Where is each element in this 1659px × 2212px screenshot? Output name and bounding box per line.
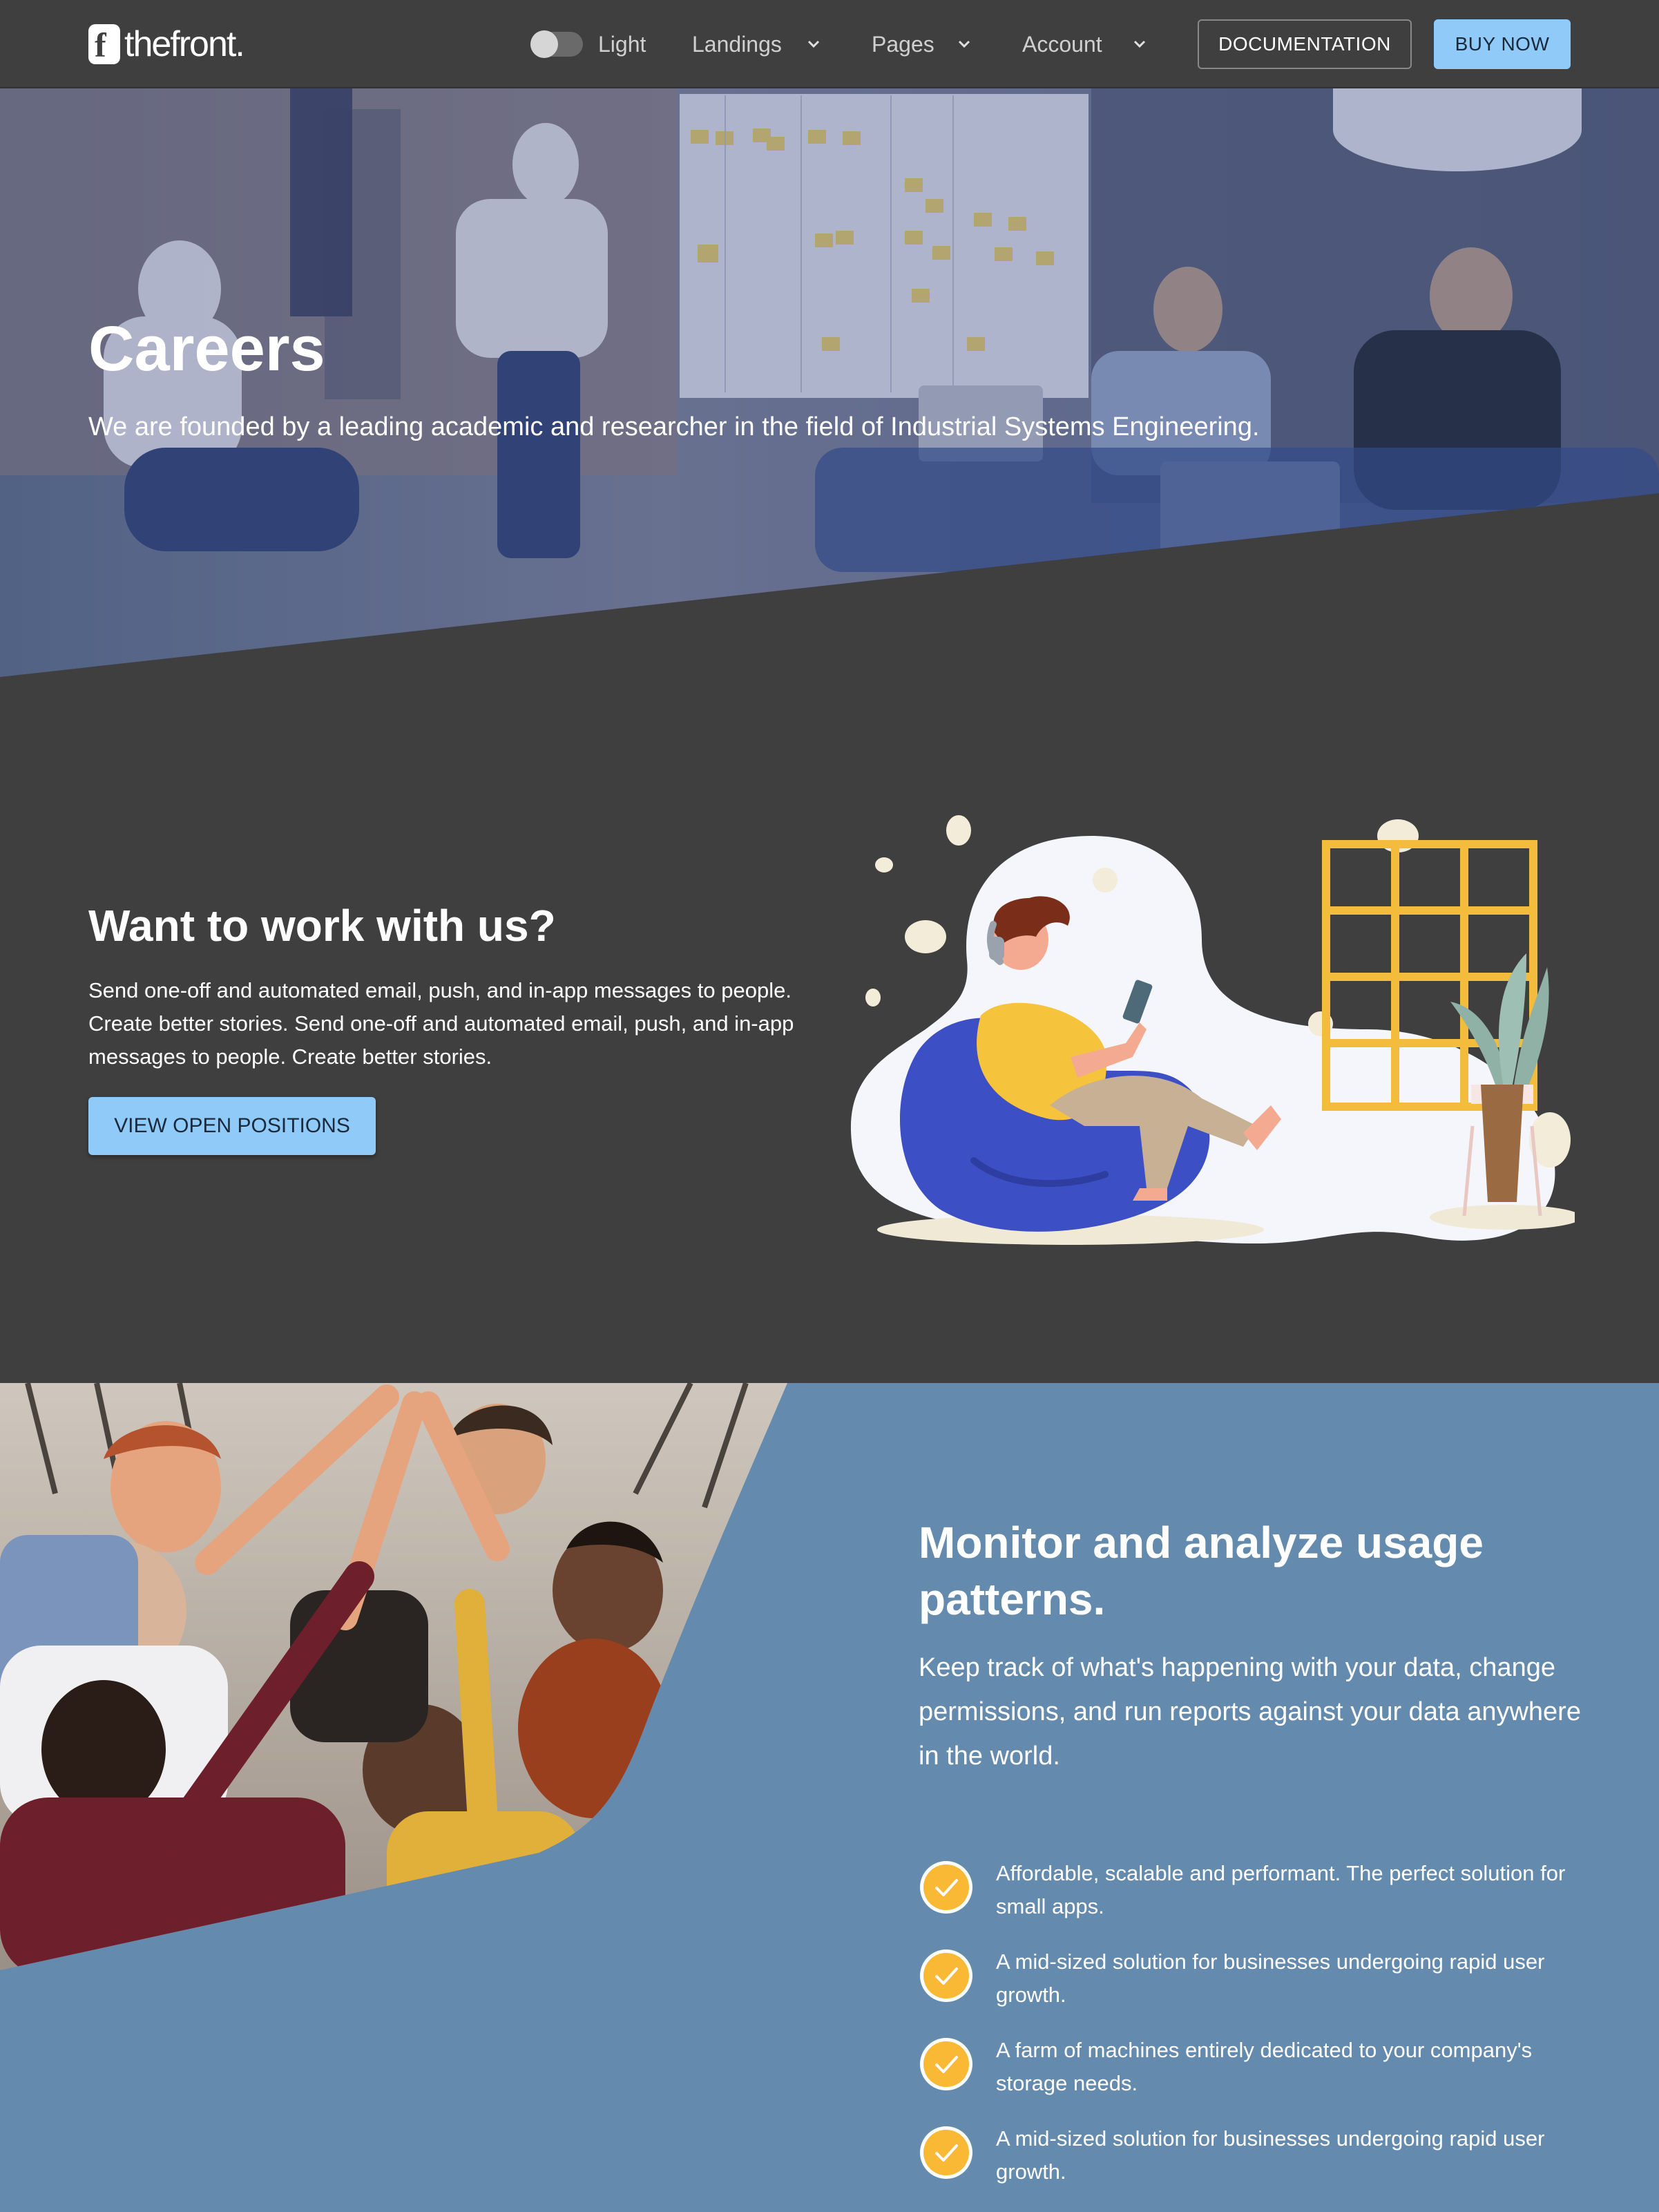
top-navbar: f thefront. Light Landings Pages Account… <box>0 0 1659 88</box>
feature-text: A mid-sized solution for businesses unde… <box>996 2126 1545 2184</box>
buy-now-button[interactable]: BUY NOW <box>1434 19 1571 69</box>
menu-pages[interactable]: Pages <box>872 28 934 61</box>
feature-list-item: A mid-sized solution for businesses unde… <box>919 2122 1582 2191</box>
chevron-down-icon[interactable] <box>1131 36 1148 53</box>
hero-subtitle: We are founded by a leading academic and… <box>88 412 1260 441</box>
documentation-button[interactable]: DOCUMENTATION <box>1198 19 1412 69</box>
hero-section: Careers We are founded by a leading acad… <box>0 88 1659 677</box>
check-circle-icon <box>920 1861 972 1914</box>
menu-landings[interactable]: Landings <box>692 28 782 61</box>
check-circle-icon <box>920 1949 972 2002</box>
theme-toggle-switch[interactable] <box>530 30 583 58</box>
chevron-down-icon[interactable] <box>956 36 972 53</box>
toggle-knob <box>530 30 558 58</box>
feature-text: Affordable, scalable and performant. The… <box>996 1861 1566 1918</box>
beanbag-reader-illustration <box>850 815 1575 1245</box>
check-circle-icon <box>920 2126 972 2179</box>
feature-text: A farm of machines entirely dedicated to… <box>996 2038 1533 2095</box>
theme-label[interactable]: Light <box>598 28 646 61</box>
work-with-us-heading: Want to work with us? <box>88 901 556 951</box>
feature-list-item: A farm of machines entirely dedicated to… <box>919 2034 1582 2103</box>
chevron-down-icon[interactable] <box>805 36 822 53</box>
logo-mark-icon: f <box>88 24 120 64</box>
monitor-description: Keep track of what's happening with your… <box>919 1653 1581 1771</box>
feature-list-item: Affordable, scalable and performant. The… <box>919 1857 1582 1926</box>
work-with-us-text: Send one-off and automated email, push, … <box>88 978 794 1069</box>
logo-text: thefront. <box>124 24 245 64</box>
monitor-section: Monitor and analyze usage patterns. Keep… <box>0 1383 1659 2212</box>
team-high-five-photo <box>0 1383 787 1970</box>
brand-logo[interactable]: f thefront. <box>88 23 245 65</box>
feature-text: A mid-sized solution for businesses unde… <box>996 1949 1545 2007</box>
check-circle-icon <box>920 2038 972 2090</box>
menu-account[interactable]: Account <box>1022 28 1102 61</box>
monitor-heading: Monitor and analyze usage patterns. <box>919 1518 1484 1624</box>
feature-list-item: A mid-sized solution for businesses unde… <box>919 1945 1582 2014</box>
page-title: Careers <box>88 314 325 384</box>
view-open-positions-button[interactable]: VIEW OPEN POSITIONS <box>88 1097 376 1155</box>
